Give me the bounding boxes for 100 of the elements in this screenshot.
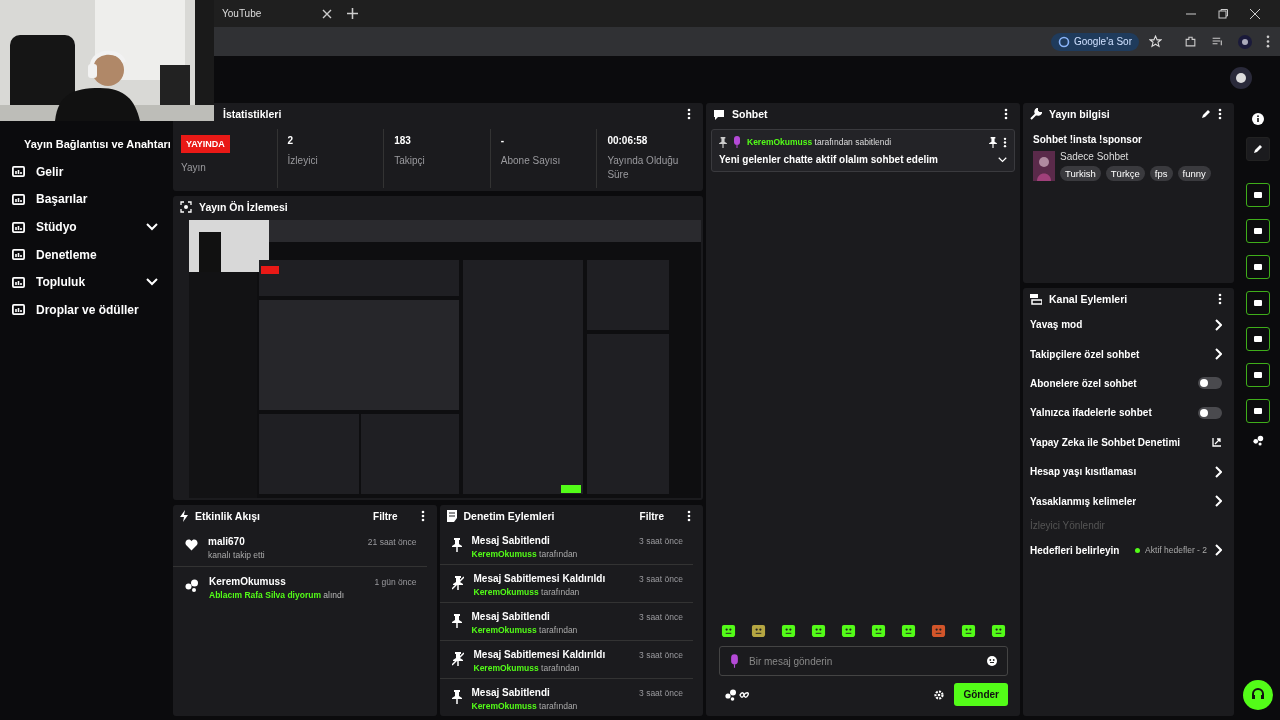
signal-button[interactable]: [1246, 327, 1270, 351]
chevron-right-icon[interactable]: [1215, 348, 1222, 361]
sidebar-item[interactable]: Stüdyo: [0, 213, 170, 241]
new-tab-icon[interactable]: [347, 8, 358, 19]
tag[interactable]: fps: [1149, 166, 1173, 181]
sidebar-item[interactable]: Droplar ve ödüller: [0, 296, 170, 324]
emote-icon[interactable]: [751, 623, 766, 638]
emote-icon[interactable]: [991, 623, 1006, 638]
camera-button[interactable]: [1246, 183, 1270, 207]
emote-icon[interactable]: [721, 623, 736, 638]
chart-icon: [12, 194, 25, 205]
sidebar-item[interactable]: Topluluk: [0, 268, 170, 296]
action-label: Yasaklanmış kelimeler: [1030, 495, 1137, 507]
support-button[interactable]: [1243, 680, 1273, 710]
chevron-right-icon[interactable]: [1215, 495, 1222, 508]
ring-icon: [1057, 35, 1070, 48]
chevron-right-icon[interactable]: [1215, 544, 1222, 557]
send-button[interactable]: Gönder: [954, 683, 1008, 706]
bolt-button[interactable]: [1246, 219, 1270, 243]
wrench-button[interactable]: [1246, 399, 1270, 423]
goal-status: Aktif hedefler - 2: [1145, 545, 1207, 556]
time-label: 3 saat önce: [639, 649, 683, 660]
extensions-icon[interactable]: [1184, 35, 1197, 48]
message-text-input[interactable]: Bir mesaj gönderin: [747, 654, 979, 668]
edit-button[interactable]: [1246, 137, 1270, 161]
bubbles-icon[interactable]: [1252, 435, 1264, 446]
toggle-switch[interactable]: [1198, 406, 1222, 419]
microphone-icon[interactable]: [730, 654, 739, 668]
emoji-icon[interactable]: [987, 656, 997, 666]
emote-icon[interactable]: [841, 623, 856, 638]
stat-label: Takipçi: [394, 154, 426, 168]
close-icon[interactable]: [322, 8, 332, 19]
chevron-right-icon[interactable]: [1215, 318, 1222, 331]
stream-title: Sohbet !insta !sponsor: [1033, 134, 1143, 145]
avatar-icon[interactable]: [1230, 67, 1252, 89]
tag[interactable]: Turkish: [1060, 166, 1101, 181]
sidebar-item[interactable]: Gelir: [0, 158, 170, 186]
chevron-right-icon[interactable]: [1215, 465, 1222, 478]
panel-title: Kanal Eylemleri: [1049, 293, 1128, 305]
close-icon[interactable]: [1250, 8, 1260, 19]
emote-icon[interactable]: [811, 623, 826, 638]
panel-title: Sohbet: [732, 108, 768, 120]
toggle-switch[interactable]: [1198, 377, 1222, 390]
action-label: Yalnızca ifadelerle sohbet: [1030, 407, 1152, 419]
bubbles-icon: [185, 579, 199, 592]
more-icon[interactable]: [420, 510, 425, 522]
sidebar-item[interactable]: Başarılar: [0, 186, 170, 213]
sidebar-item[interactable]: Yayın Bağlantısı ve Anahtarı: [0, 131, 170, 158]
desk-button[interactable]: [1246, 363, 1270, 387]
action-title: Mesaj Sabitlendi: [471, 611, 550, 622]
points-icon[interactable]: [725, 688, 751, 701]
star-icon[interactable]: [1149, 35, 1162, 48]
chat-button[interactable]: [1246, 291, 1270, 315]
filter-button[interactable]: Filtre: [367, 509, 404, 523]
sidebar-item[interactable]: Denetleme: [0, 241, 170, 268]
panel-title: İstatistikleri: [223, 108, 282, 120]
event-text: Ablacım Rafa Silva diyorum alındı: [209, 590, 346, 600]
more-icon[interactable]: [1218, 293, 1222, 305]
chart-icon: [12, 276, 25, 288]
filter-button[interactable]: Filtre: [633, 509, 670, 523]
user-name: mali670: [208, 536, 245, 547]
pin-icon: [451, 690, 462, 704]
unpin-icon: [451, 576, 464, 590]
emote-icon[interactable]: [781, 623, 796, 638]
stat-label: Yayında Olduğu Süre: [607, 154, 680, 182]
stat-value: 183: [394, 135, 412, 146]
more-icon[interactable]: [1266, 35, 1270, 48]
profile-icon[interactable]: [1238, 34, 1252, 49]
time-label: 1 gün önce: [374, 576, 417, 587]
restore-icon[interactable]: [1218, 8, 1228, 19]
stat-value: 2: [287, 135, 295, 146]
settings-icon[interactable]: [934, 689, 945, 700]
tag[interactable]: Türkçe: [1105, 166, 1145, 181]
media-icon[interactable]: [1211, 35, 1224, 48]
pin-icon[interactable]: [989, 136, 997, 148]
more-icon[interactable]: [687, 108, 691, 120]
emote-icon[interactable]: [961, 623, 976, 638]
emote-icon[interactable]: [871, 623, 886, 638]
chevron-down-icon[interactable]: [998, 156, 1007, 163]
pencil-icon: [1253, 144, 1263, 154]
ask-google-button[interactable]: Google'a Sor: [1050, 32, 1139, 51]
more-icon[interactable]: [1218, 108, 1222, 120]
message-input[interactable]: Bir mesaj gönderin: [719, 646, 1008, 676]
pinned-by: KeremOkumuss tarafından sabitlendi: [747, 137, 892, 147]
tag[interactable]: funny: [1177, 166, 1211, 181]
action-label: Yapay Zeka ile Sohbet Denetimi: [1030, 436, 1181, 448]
action-title: Mesaj Sabitlemesi Kaldırıldı: [473, 573, 606, 584]
edit-icon[interactable]: [1201, 109, 1211, 119]
more-icon[interactable]: [1004, 108, 1008, 120]
action-author: KeremOkumuss tarafından: [471, 549, 579, 559]
more-icon[interactable]: [687, 510, 691, 522]
browser-tab[interactable]: YouTube: [210, 0, 338, 27]
pin-icon: [451, 538, 462, 552]
emote-icon[interactable]: [901, 623, 916, 638]
note-button[interactable]: [1246, 255, 1270, 279]
external-link-icon[interactable]: [1212, 437, 1222, 448]
more-icon[interactable]: [1003, 136, 1007, 148]
chart-icon: [12, 304, 25, 316]
stat-label: Yayın: [181, 161, 207, 175]
info-icon[interactable]: [1252, 113, 1264, 125]
